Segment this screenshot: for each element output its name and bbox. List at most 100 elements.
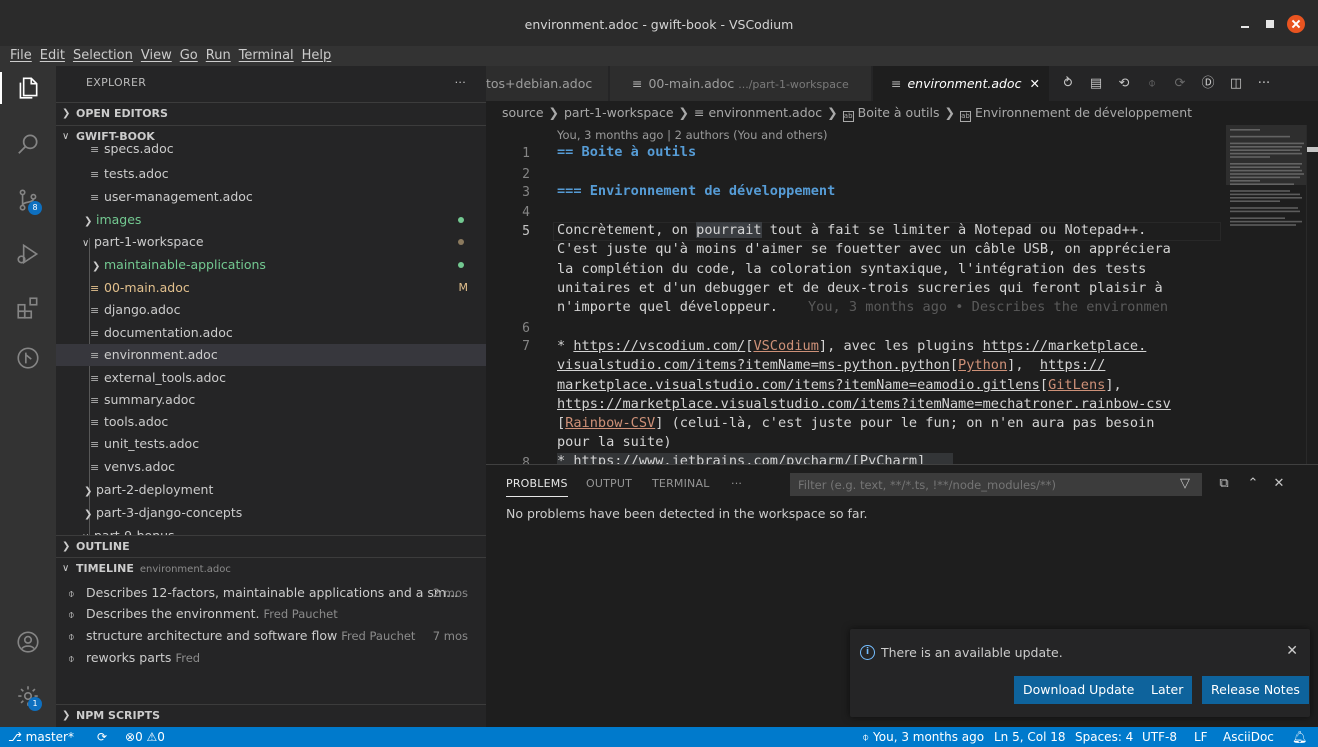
minimap[interactable] bbox=[1226, 125, 1306, 464]
encoding[interactable]: UTF-8 bbox=[1142, 727, 1177, 747]
next-change-icon[interactable]: ⟳ bbox=[1170, 74, 1190, 94]
tree-item-part-3-django-concepts[interactable]: ❯ part-3-django-concepts bbox=[56, 502, 486, 524]
npm-scripts-section[interactable]: ❯ NPM SCRIPTS bbox=[56, 704, 486, 726]
explorer-icon[interactable] bbox=[0, 72, 44, 104]
gitlens-icon[interactable] bbox=[12, 342, 44, 374]
tree-item-documentation[interactable]: ≡ documentation.adoc bbox=[56, 322, 486, 344]
tree-item-00-main[interactable]: ≡ 00-main.adoc M bbox=[56, 277, 486, 299]
branch-status[interactable]: ⎇ master* bbox=[8, 727, 74, 747]
explorer-more-icon[interactable]: ··· bbox=[455, 66, 466, 100]
notifications-bell-icon[interactable]: 🔔︎ bbox=[1292, 727, 1307, 747]
blame-status[interactable]: ⌽ You, 3 months ago bbox=[862, 727, 984, 747]
settings-gear-icon[interactable]: 1 bbox=[12, 680, 44, 712]
open-preview-icon[interactable]: ▤ bbox=[1086, 74, 1106, 94]
extensions-icon[interactable] bbox=[12, 292, 44, 324]
code-editor[interactable]: You, 3 months ago | 2 authors (You and o… bbox=[486, 125, 1318, 464]
settings-badge: 1 bbox=[28, 697, 42, 711]
breadcrumb-file[interactable]: environment.adoc bbox=[708, 105, 822, 120]
timeline-item[interactable]: ⌽ Describes the environment. Fred Pauchet bbox=[56, 603, 486, 625]
problems-filter-input[interactable] bbox=[790, 473, 1202, 496]
timeline-section[interactable]: ∨ TIMELINE environment.adoc bbox=[56, 557, 486, 579]
code-link[interactable]: https://marketplace.visualstudio.com/ite… bbox=[557, 396, 1171, 412]
timeline-item[interactable]: ⌽ Describes 12-factors, maintainable appl… bbox=[56, 582, 486, 604]
download-update-button[interactable]: Download Update bbox=[1014, 676, 1144, 704]
tree-item-venvs[interactable]: ≡ venvs.adoc bbox=[56, 456, 486, 478]
filter-icon[interactable]: ▽ bbox=[1176, 475, 1194, 493]
breadcrumb-section[interactable]: Boite à outils bbox=[858, 105, 940, 120]
tab-tos-debian[interactable]: tos+debian.adoc bbox=[486, 66, 609, 101]
close-tab-icon[interactable]: ✕ bbox=[1029, 76, 1039, 91]
sidebar-header: EXPLORER ··· bbox=[56, 66, 486, 100]
tab-00-main[interactable]: ≡ 00-main.adoc .../part-1-workspace bbox=[610, 66, 872, 101]
tab-terminal[interactable]: TERMINAL bbox=[652, 477, 710, 490]
code-link[interactable]: https://marketplace. bbox=[983, 338, 1147, 354]
panel-more-icon[interactable]: ··· bbox=[731, 477, 742, 490]
maximize-icon[interactable] bbox=[1261, 15, 1279, 33]
end-of-line[interactable]: LF bbox=[1194, 727, 1208, 747]
open-editors-section[interactable]: ❯ OPEN EDITORS bbox=[56, 102, 486, 124]
editor-more-icon[interactable]: ··· bbox=[1254, 74, 1274, 94]
tree-item-part-9-bonus[interactable]: ∨part-9-bonus bbox=[56, 525, 486, 535]
menu-file[interactable]: File bbox=[6, 46, 36, 66]
split-editor-icon[interactable]: ◫ bbox=[1226, 74, 1246, 94]
collapse-all-icon[interactable]: ⧉ bbox=[1215, 475, 1233, 493]
tree-item-images[interactable]: ❯ images bbox=[56, 209, 486, 231]
close-notification-icon[interactable]: ✕ bbox=[1286, 643, 1298, 659]
run-debug-icon[interactable] bbox=[12, 238, 44, 270]
language-mode[interactable]: AsciiDoc bbox=[1223, 727, 1274, 747]
sync-icon[interactable]: ⟳ bbox=[97, 727, 107, 747]
tree-item-specs[interactable]: ≡ specs.adoc bbox=[56, 142, 486, 156]
menu-edit[interactable]: Edit bbox=[36, 46, 69, 66]
tab-problems[interactable]: PROBLEMS bbox=[506, 477, 568, 497]
tree-item-tests[interactable]: ≡ tests.adoc bbox=[56, 163, 486, 185]
code-link[interactable]: marketplace.visualstudio.com/items?itemN… bbox=[557, 377, 1040, 393]
vertical-scrollbar[interactable] bbox=[1306, 125, 1318, 464]
account-icon[interactable] bbox=[12, 626, 44, 658]
cursor-position[interactable]: Ln 5, Col 18 bbox=[994, 727, 1066, 747]
menu-help[interactable]: Help bbox=[298, 46, 336, 66]
breadcrumb-part-1[interactable]: part-1-workspace bbox=[564, 105, 674, 120]
commit-icon[interactable]: ⌽ bbox=[1142, 74, 1162, 94]
code-link[interactable]: https:// bbox=[1040, 357, 1105, 373]
tree-item-environment[interactable]: ≡ environment.adoc bbox=[56, 344, 486, 366]
minimize-icon[interactable] bbox=[1236, 15, 1254, 33]
tree-item-summary[interactable]: ≡ summary.adoc bbox=[56, 389, 486, 411]
timeline-item[interactable]: ⌽ reworks parts Fred bbox=[56, 647, 486, 669]
code-link[interactable]: https://vscodium.com/ bbox=[573, 338, 745, 354]
search-icon[interactable] bbox=[12, 128, 44, 160]
source-control-icon[interactable]: 8 bbox=[12, 184, 44, 216]
indentation[interactable]: Spaces: 4 bbox=[1075, 727, 1133, 747]
tree-item-django[interactable]: ≡ django.adoc bbox=[56, 299, 486, 321]
tree-item-part-1-workspace[interactable]: ∨ part-1-workspace bbox=[56, 231, 486, 253]
menu-terminal[interactable]: Terminal bbox=[235, 46, 298, 66]
code-link[interactable]: visualstudio.com/items?itemName=ms-pytho… bbox=[557, 357, 950, 373]
maximize-panel-icon[interactable]: ⌃ bbox=[1244, 475, 1262, 493]
menu-go[interactable]: Go bbox=[176, 46, 202, 66]
tree-item-user-management[interactable]: ≡ user-management.adoc bbox=[56, 186, 486, 208]
menu-view[interactable]: View bbox=[137, 46, 176, 66]
scrollbar-thumb[interactable] bbox=[1307, 147, 1318, 152]
menu-run[interactable]: Run bbox=[202, 46, 235, 66]
compare-changes-icon[interactable]: ⥁ bbox=[1058, 74, 1078, 94]
close-window-icon[interactable] bbox=[1287, 15, 1305, 33]
outline-section[interactable]: ❯ OUTLINE bbox=[56, 535, 486, 557]
breadcrumb-source[interactable]: source bbox=[502, 105, 544, 120]
previous-change-icon[interactable]: ⟲ bbox=[1114, 74, 1134, 94]
tab-environment[interactable]: ≡ environment.adoc ✕ bbox=[873, 66, 1050, 101]
menu-selection[interactable]: Selection bbox=[69, 46, 137, 66]
tree-item-external-tools[interactable]: ≡ external_tools.adoc bbox=[56, 367, 486, 389]
gitlens-toggle-icon[interactable]: Ⓓ bbox=[1198, 74, 1218, 94]
tree-item-tools[interactable]: ≡ tools.adoc bbox=[56, 411, 486, 433]
tree-item-part-2-deployment[interactable]: ❯ part-2-deployment bbox=[56, 479, 486, 501]
timeline-item[interactable]: ⌽ structure architecture and software flo… bbox=[56, 625, 486, 647]
release-notes-button[interactable]: Release Notes bbox=[1202, 676, 1309, 704]
tree-item-unit-tests[interactable]: ≡ unit_tests.adoc bbox=[56, 433, 486, 455]
later-button[interactable]: Later bbox=[1142, 676, 1193, 704]
codelens-authors[interactable]: You, 3 months ago | 2 authors (You and o… bbox=[557, 128, 828, 142]
close-panel-icon[interactable]: ✕ bbox=[1270, 475, 1288, 493]
problems-status[interactable]: ⊗0 ⚠0 bbox=[125, 727, 165, 747]
tab-output[interactable]: OUTPUT bbox=[586, 477, 632, 490]
word-highlight: pourrait bbox=[696, 222, 762, 238]
breadcrumb-subsection[interactable]: Environnement de développement bbox=[975, 105, 1192, 120]
tree-item-maintainable-applications[interactable]: ❯ maintainable-applications bbox=[56, 254, 486, 276]
